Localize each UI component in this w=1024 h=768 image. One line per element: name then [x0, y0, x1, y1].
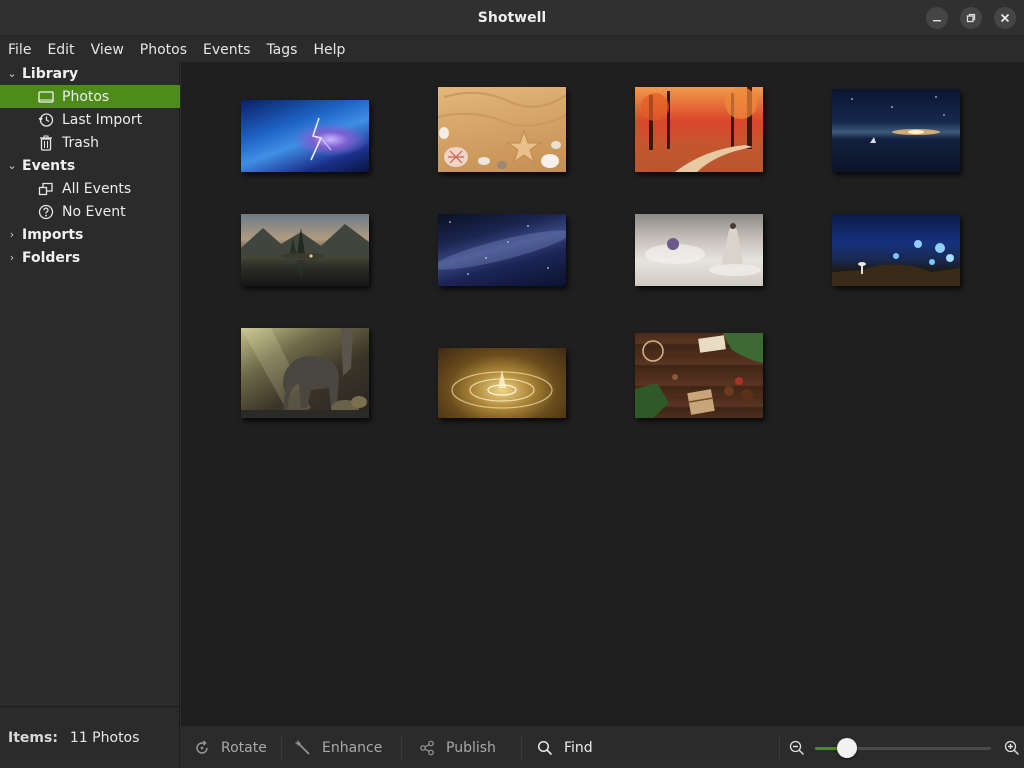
minimize-button[interactable] — [926, 7, 948, 29]
rotate-button[interactable]: Rotate — [193, 726, 267, 768]
photo-thumbnail[interactable] — [438, 214, 566, 286]
close-icon — [1000, 13, 1010, 23]
sidebar-folders[interactable]: › Folders — [0, 246, 180, 269]
photo-thumbnail[interactable] — [241, 100, 369, 172]
photo-thumbnail[interactable] — [635, 214, 763, 286]
photo-thumbnail[interactable] — [438, 348, 566, 418]
minimize-icon — [933, 20, 941, 22]
rotate-icon — [193, 739, 211, 757]
menu-view[interactable]: View — [91, 42, 124, 58]
photo-thumbnail[interactable] — [832, 214, 960, 286]
clock-history-icon — [37, 111, 55, 129]
find-label: Find — [564, 739, 593, 756]
photo-thumbnail[interactable] — [832, 89, 960, 172]
items-count: 11 Photos — [69, 729, 140, 746]
title-bar: Shotwell — [0, 0, 1024, 36]
rotate-label: Rotate — [221, 739, 267, 756]
window-title: Shotwell — [477, 9, 547, 26]
photo-grid — [181, 62, 1024, 725]
sidebar-item-no-event[interactable]: No Event — [0, 200, 180, 223]
chevron-right-icon[interactable]: › — [6, 251, 18, 264]
status-bar: Items: 11 Photos — [0, 706, 180, 768]
close-button[interactable] — [994, 7, 1016, 29]
question-icon — [37, 203, 55, 221]
sidebar-events[interactable]: ⌄ Events — [0, 154, 180, 177]
chevron-down-icon[interactable]: ⌄ — [6, 67, 18, 80]
enhance-button[interactable]: Enhance — [294, 726, 382, 768]
sidebar-item-label: Trash — [62, 134, 99, 151]
photo-thumbnail[interactable] — [635, 333, 763, 418]
sidebar-item-photos[interactable]: Photos — [0, 85, 180, 108]
toolbar-separator — [779, 736, 780, 760]
sidebar-item-label: No Event — [62, 203, 126, 220]
sidebar-item-label: Last Import — [62, 111, 143, 128]
publish-button[interactable]: Publish — [418, 726, 496, 768]
zoom-in-icon — [1003, 739, 1021, 757]
photo-thumbnail[interactable] — [241, 328, 369, 418]
menu-tags[interactable]: Tags — [266, 42, 297, 58]
restore-icon — [966, 13, 976, 23]
sidebar-library[interactable]: ⌄ Library — [0, 62, 180, 85]
menu-photos[interactable]: Photos — [140, 42, 187, 58]
photo-thumbnail[interactable] — [635, 87, 763, 172]
photo-thumbnail[interactable] — [241, 214, 369, 286]
sidebar: ⌄ Library Photos Last Import Trash ⌄ Eve… — [0, 62, 180, 706]
toolbar-separator — [521, 736, 522, 760]
sidebar-item-trash[interactable]: Trash — [0, 131, 180, 154]
menu-events[interactable]: Events — [203, 42, 250, 58]
maximize-button[interactable] — [960, 7, 982, 29]
share-icon — [418, 739, 436, 757]
search-icon — [536, 739, 554, 757]
bottom-toolbar: Rotate Enhance Publish Find — [181, 725, 1024, 768]
zoom-in-button[interactable] — [1003, 726, 1024, 768]
menu-bar: File Edit View Photos Events Tags Help — [0, 37, 1024, 62]
sidebar-imports[interactable]: › Imports — [0, 223, 180, 246]
menu-help[interactable]: Help — [313, 42, 345, 58]
sidebar-library-label: Library — [22, 65, 79, 82]
items-label: Items: — [8, 729, 58, 746]
chevron-down-icon[interactable]: ⌄ — [6, 159, 18, 172]
chevron-right-icon[interactable]: › — [6, 228, 18, 241]
publish-label: Publish — [446, 739, 496, 756]
events-icon — [37, 180, 55, 198]
sidebar-events-label: Events — [22, 157, 76, 174]
enhance-label: Enhance — [322, 739, 383, 756]
window-controls — [926, 7, 1016, 29]
magic-wand-icon — [294, 739, 312, 757]
sidebar-item-all-events[interactable]: All Events — [0, 177, 180, 200]
menu-file[interactable]: File — [8, 42, 31, 58]
toolbar-separator — [401, 736, 402, 760]
toolbar-separator — [281, 736, 282, 760]
sidebar-folders-label: Folders — [22, 249, 81, 266]
zoom-out-button[interactable] — [788, 726, 816, 768]
zoom-slider-handle[interactable] — [836, 738, 857, 758]
zoom-out-icon — [788, 739, 806, 757]
sidebar-item-label: Photos — [62, 88, 110, 105]
sidebar-item-last-import[interactable]: Last Import — [0, 108, 180, 131]
photos-icon — [37, 88, 55, 106]
sidebar-item-label: All Events — [62, 180, 132, 197]
sidebar-imports-label: Imports — [22, 226, 84, 243]
trash-icon — [37, 134, 55, 152]
menu-edit[interactable]: Edit — [47, 42, 74, 58]
find-button[interactable]: Find — [536, 726, 593, 768]
photo-thumbnail[interactable] — [438, 87, 566, 172]
